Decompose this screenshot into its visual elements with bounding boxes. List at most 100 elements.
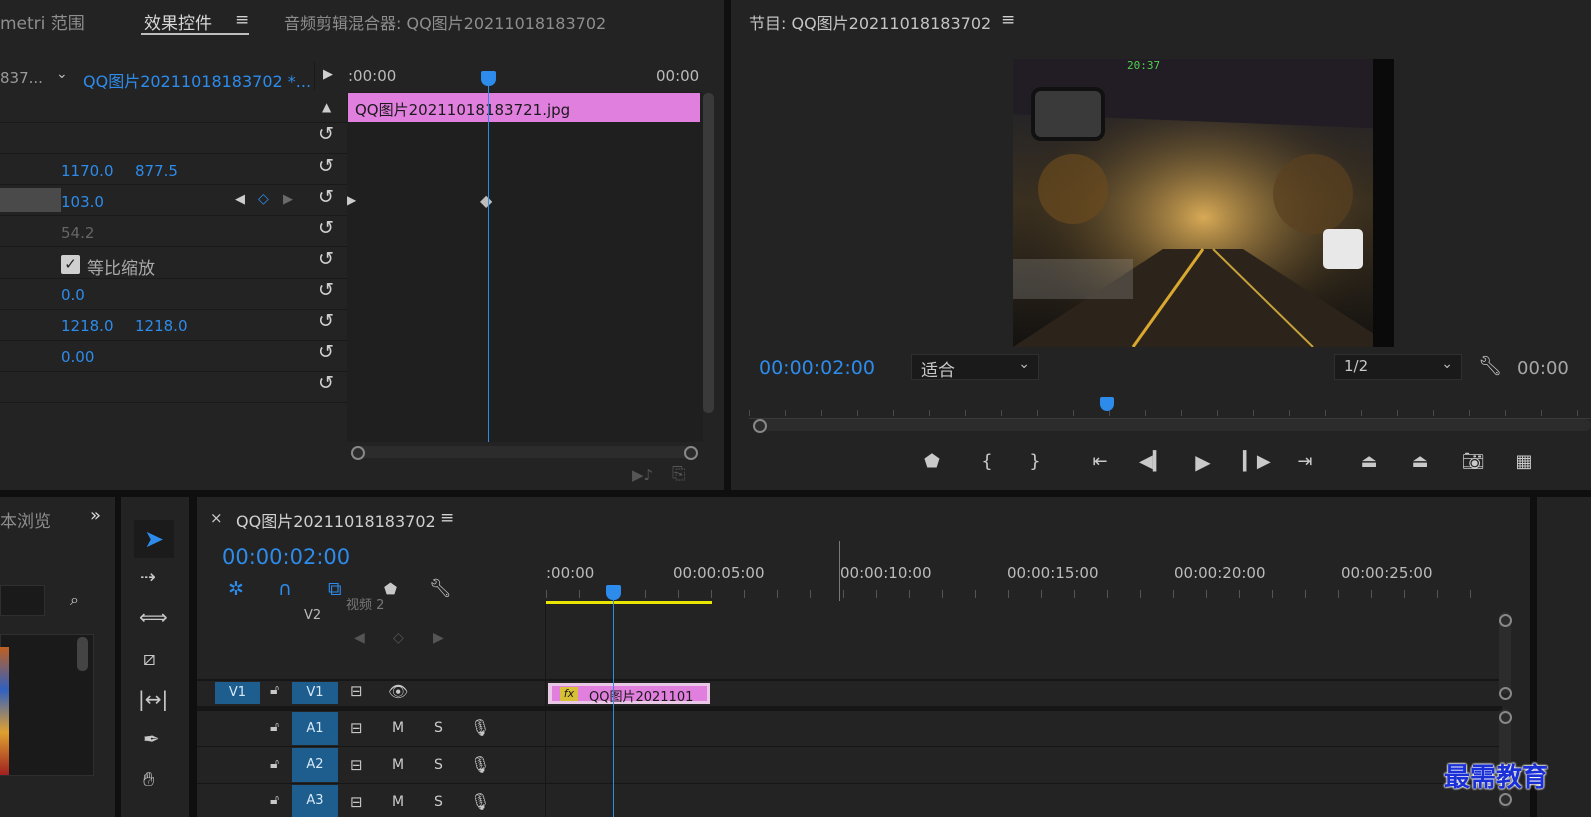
solo-button[interactable]: S xyxy=(434,757,443,773)
reset-icon[interactable]: ↺ xyxy=(316,218,336,238)
reset-icon[interactable]: ↺ xyxy=(316,249,336,269)
effect-vertical-scrollbar[interactable] xyxy=(703,93,714,413)
microphone-icon[interactable]: 🎙︎ xyxy=(470,792,490,811)
step-forward-icon[interactable]: ▎▶ xyxy=(1243,450,1271,474)
effect-playhead-handle[interactable] xyxy=(481,71,496,86)
close-icon[interactable]: × xyxy=(210,509,223,527)
program-timecode[interactable]: 00:00:02:00 xyxy=(759,357,875,379)
go-to-in-icon[interactable]: ⇤ xyxy=(1087,450,1113,474)
sync-lock-icon[interactable]: ⊟ xyxy=(350,756,363,774)
scroll-handle-right[interactable] xyxy=(684,446,698,460)
tab-audio-clip-mixer[interactable]: 音频剪辑混合器: QQ图片20211018183702 xyxy=(284,10,606,34)
panel-menu-icon[interactable]: ≡ xyxy=(440,508,454,528)
tab-effect-controls[interactable]: 效果控件 xyxy=(144,9,212,34)
sync-lock-icon[interactable]: ⊟ xyxy=(350,682,363,700)
uniform-scale-checkbox[interactable]: ✓ xyxy=(61,255,80,274)
sequence-tab[interactable]: QQ图片20211018183702 xyxy=(236,508,436,532)
lock-icon[interactable]: 🔓︎ xyxy=(270,756,279,772)
next-keyframe-icon[interactable]: ▶ xyxy=(283,192,293,207)
play-icon[interactable]: ▶ xyxy=(1190,450,1216,474)
hand-tool-icon[interactable]: ✋︎ xyxy=(143,767,154,791)
solo-button[interactable]: S xyxy=(434,720,443,736)
tab-lumetri-scopes[interactable]: metri 范围 xyxy=(0,9,85,34)
lift-icon[interactable]: ⏏ xyxy=(1356,450,1382,474)
program-ruler[interactable] xyxy=(749,400,1591,419)
scroll-handle[interactable] xyxy=(1499,711,1512,724)
sync-lock-icon[interactable]: ⊟ xyxy=(350,719,363,737)
panel-menu-icon[interactable]: ≡ xyxy=(1001,10,1015,30)
reset-icon[interactable]: ↺ xyxy=(316,311,336,331)
reset-icon[interactable]: ↺ xyxy=(316,342,336,362)
reset-icon[interactable]: ↺ xyxy=(316,124,336,144)
mark-in-icon[interactable]: { xyxy=(974,450,1000,474)
play-triangle-icon[interactable]: ▶ xyxy=(323,67,333,82)
panel-menu-icon[interactable]: ≡ xyxy=(235,10,249,30)
tab-media-browser[interactable]: 本浏览 xyxy=(0,507,51,532)
extract-icon[interactable]: ⏏ xyxy=(1407,450,1433,474)
anchor-x-value[interactable]: 1218.0 xyxy=(61,317,114,335)
audio-icon[interactable]: ▶♪ xyxy=(632,466,653,484)
media-thumbnail[interactable] xyxy=(0,647,9,775)
ripple-edit-tool-icon[interactable]: ⟺ xyxy=(139,605,168,629)
prev-keyframe-icon[interactable]: ◀ xyxy=(354,630,365,646)
snap-nest-icon[interactable]: ✲ xyxy=(228,578,244,600)
mark-out-icon[interactable]: } xyxy=(1022,450,1048,474)
pen-tool-icon[interactable]: ✒ xyxy=(143,727,160,751)
scroll-handle[interactable] xyxy=(1499,687,1512,700)
expand-panels-icon[interactable]: » xyxy=(90,505,101,526)
program-monitor-title[interactable]: 节目: QQ图片20211018183702 xyxy=(749,10,991,34)
linked-selection-icon[interactable]: ⧉ xyxy=(328,578,342,600)
sequence-clip-label[interactable]: QQ图片20211018183702 *... xyxy=(83,68,311,92)
track-select-tool-icon[interactable]: ⇢ xyxy=(140,566,156,588)
next-keyframe-icon[interactable]: ▶ xyxy=(433,630,444,646)
keyframe-marker-icon[interactable]: ◆ xyxy=(480,191,492,210)
selection-tool-icon[interactable]: ➤ xyxy=(134,520,174,558)
lock-icon[interactable]: 🔓︎ xyxy=(270,682,279,698)
go-to-out-icon[interactable]: ⇥ xyxy=(1292,450,1318,474)
lock-icon[interactable]: 🔓︎ xyxy=(270,792,279,808)
program-scrollbar[interactable] xyxy=(753,419,1591,431)
mute-button[interactable]: M xyxy=(392,720,404,736)
effect-horizontal-scrollbar[interactable] xyxy=(351,446,696,458)
reset-icon[interactable]: ↺ xyxy=(316,187,336,207)
sync-lock-icon[interactable]: ⊟ xyxy=(350,793,363,811)
search-input[interactable] xyxy=(0,585,45,616)
a1-track-target[interactable]: A1 xyxy=(292,712,338,745)
rotation-value[interactable]: 0.0 xyxy=(61,286,85,304)
scroll-handle-left[interactable] xyxy=(753,419,767,433)
scroll-handle[interactable] xyxy=(1499,614,1512,627)
scale-value[interactable]: 103.0 xyxy=(61,193,104,211)
chevron-down-icon[interactable]: ⌄ xyxy=(56,66,68,82)
search-bin-icon[interactable]: ⌕ xyxy=(70,590,79,610)
anti-flicker-value[interactable]: 0.00 xyxy=(61,348,94,366)
v1-source-patch[interactable]: V1 xyxy=(215,682,260,704)
reset-icon[interactable]: ↺ xyxy=(316,373,336,393)
scroll-handle-left[interactable] xyxy=(351,446,365,460)
mute-button[interactable]: M xyxy=(392,794,404,810)
reset-icon[interactable]: ↺ xyxy=(316,156,336,176)
a3-track-target[interactable]: A3 xyxy=(292,785,338,817)
snap-magnet-icon[interactable]: ∩ xyxy=(278,578,292,600)
solo-button[interactable]: S xyxy=(434,794,443,810)
position-y-value[interactable]: 877.5 xyxy=(135,162,178,180)
eye-icon[interactable]: 👁︎ xyxy=(388,682,408,701)
timeline-timecode[interactable]: 00:00:02:00 xyxy=(222,545,350,569)
source-clip-label[interactable]: 837... xyxy=(0,69,43,87)
lock-icon[interactable]: 🔓︎ xyxy=(270,719,279,735)
add-keyframe-icon[interactable]: ◇ xyxy=(393,630,404,646)
position-x-value[interactable]: 1170.0 xyxy=(61,162,114,180)
a2-track-target[interactable]: A2 xyxy=(292,748,338,782)
camera-icon[interactable]: 📷︎ xyxy=(1460,450,1486,474)
button-editor-icon[interactable]: ▦ xyxy=(1511,450,1537,474)
work-area-bar[interactable] xyxy=(546,601,712,604)
prev-keyframe-icon[interactable]: ◀ xyxy=(235,192,245,207)
microphone-icon[interactable]: 🎙︎ xyxy=(470,718,490,737)
fit-zoom-select[interactable]: 适合 ⌄ xyxy=(911,354,1039,381)
reset-icon[interactable]: ↺ xyxy=(316,280,336,300)
add-marker-icon[interactable]: ⬟ xyxy=(919,450,945,474)
step-back-icon[interactable]: ◀▎ xyxy=(1139,450,1167,474)
collapse-arrow-icon[interactable]: ▲ xyxy=(322,100,331,114)
keyframe-nav-arrow-icon[interactable]: ▶ xyxy=(347,193,356,207)
microphone-icon[interactable]: 🎙︎ xyxy=(470,755,490,774)
v1-track-target[interactable]: V1 xyxy=(292,682,338,704)
